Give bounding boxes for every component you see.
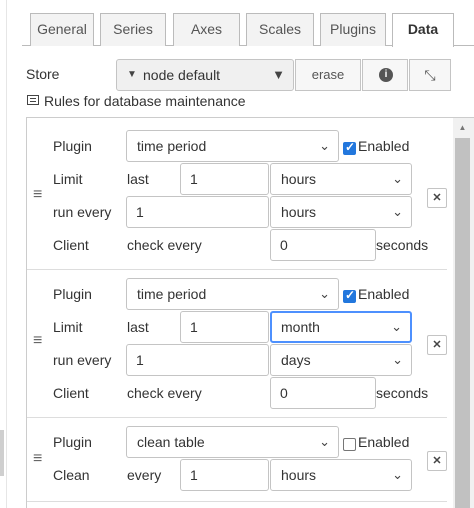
plugin-select[interactable]: time period ⌄ [126, 130, 339, 162]
store-label: Store [26, 66, 60, 82]
scroll-up-icon[interactable]: ▲ [455, 121, 470, 135]
drag-handle-icon[interactable]: ≡ [33, 450, 42, 468]
tab-plugins[interactable]: Plugins [320, 13, 386, 46]
plugin-select[interactable]: time period ⌄ [126, 278, 339, 310]
scrollbar-thumb[interactable] [455, 138, 470, 508]
limit-label: Limit [53, 171, 83, 187]
client-input[interactable]: 0 [270, 229, 376, 261]
plugin-label: Plugin [53, 434, 92, 450]
plugin-value: clean table [137, 434, 205, 450]
chevron-down-icon: ⌄ [319, 138, 330, 153]
limit-input[interactable]: 1 [180, 311, 269, 343]
client-text: check every [127, 385, 202, 401]
store-select[interactable]: ▼ node default ▼ [116, 59, 294, 91]
client-unit: seconds [376, 385, 429, 401]
limit-label: Limit [53, 319, 83, 335]
run-unit-value: days [281, 352, 311, 368]
erase-button[interactable]: erase [295, 59, 361, 91]
tab-data[interactable]: Data [392, 13, 454, 47]
tab-general[interactable]: General [30, 13, 94, 46]
plugin-label: Plugin [53, 286, 92, 302]
chevron-down-icon: ▼ [272, 67, 285, 82]
tab-series[interactable]: Series [100, 13, 166, 46]
run-unit-select[interactable]: days ⌄ [270, 344, 412, 376]
client-text: check every [127, 237, 202, 253]
drag-handle-icon[interactable]: ≡ [33, 332, 42, 350]
client-label: Client [53, 237, 89, 253]
run-every-label: run every [53, 352, 112, 368]
clean-text: every [127, 467, 162, 483]
chevron-down-icon: ⌄ [319, 434, 330, 449]
list-icon [27, 95, 39, 105]
collapse-button[interactable]: ⤡ [409, 59, 451, 91]
enabled-checkbox[interactable] [343, 438, 356, 451]
chevron-down-icon: ⌄ [392, 204, 403, 219]
limit-unit-select[interactable]: hours ⌄ [270, 163, 412, 195]
run-every-input[interactable]: 1 [126, 344, 269, 376]
chevron-down-icon: ⌄ [391, 319, 402, 334]
store-value: node default [143, 67, 221, 83]
info-button[interactable]: i [362, 59, 408, 91]
delete-rule-button[interactable]: ✕ [427, 188, 447, 208]
clean-unit-select[interactable]: hours ⌄ [270, 459, 412, 491]
clean-input[interactable]: 1 [180, 459, 269, 491]
tab-scales[interactable]: Scales [246, 13, 314, 46]
delete-rule-button[interactable]: ✕ [427, 335, 447, 355]
resize-handle[interactable] [0, 430, 4, 476]
plugin-label: Plugin [53, 138, 92, 154]
enabled-label: Enabled [358, 286, 410, 302]
plugin-select[interactable]: clean table ⌄ [126, 426, 339, 458]
clean-label: Clean [53, 467, 90, 483]
chevron-down-icon: ⌄ [392, 467, 403, 482]
rule-3: ≡ Plugin clean table ⌄ Enabled Clean eve… [27, 418, 447, 502]
limit-unit-value: hours [281, 171, 317, 187]
chevron-down-icon: ⌄ [392, 352, 403, 367]
info-icon: i [379, 68, 393, 82]
client-unit: seconds [376, 237, 429, 253]
limit-input[interactable]: 1 [180, 163, 269, 195]
plugin-value: time period [137, 286, 207, 302]
enabled-checkbox[interactable] [343, 288, 356, 303]
clean-unit-value: hours [281, 467, 317, 483]
enabled-checkbox[interactable] [343, 140, 356, 155]
rule-1: ≡ Plugin time period ⌄ Enabled Limit las… [27, 118, 447, 270]
rule-2: ≡ Plugin time period ⌄ Enabled Limit las… [27, 270, 447, 418]
run-every-label: run every [53, 204, 112, 220]
drag-handle-icon[interactable]: ≡ [33, 186, 42, 204]
limit-unit-select[interactable]: month ⌄ [270, 311, 412, 343]
chevron-down-icon: ⌄ [319, 286, 330, 301]
enabled-label: Enabled [358, 138, 410, 154]
limit-text: last [127, 171, 149, 187]
store-caret-icon: ▼ [127, 69, 137, 80]
client-label: Client [53, 385, 89, 401]
enabled-label: Enabled [358, 434, 410, 450]
tab-axes[interactable]: Axes [173, 13, 240, 46]
limit-unit-value: month [281, 319, 320, 335]
run-unit-select[interactable]: hours ⌄ [270, 196, 412, 228]
plugin-value: time period [137, 138, 207, 154]
client-input[interactable]: 0 [270, 377, 376, 409]
collapse-icon: ⤡ [424, 67, 436, 83]
delete-rule-button[interactable]: ✕ [427, 451, 447, 471]
run-every-input[interactable]: 1 [126, 196, 269, 228]
rules-panel: ≡ Plugin time period ⌄ Enabled Limit las… [26, 117, 474, 508]
left-divider [6, 0, 7, 508]
limit-text: last [127, 319, 149, 335]
chevron-down-icon: ⌄ [392, 171, 403, 186]
run-unit-value: hours [281, 204, 317, 220]
rules-title: Rules for database maintenance [44, 93, 246, 109]
